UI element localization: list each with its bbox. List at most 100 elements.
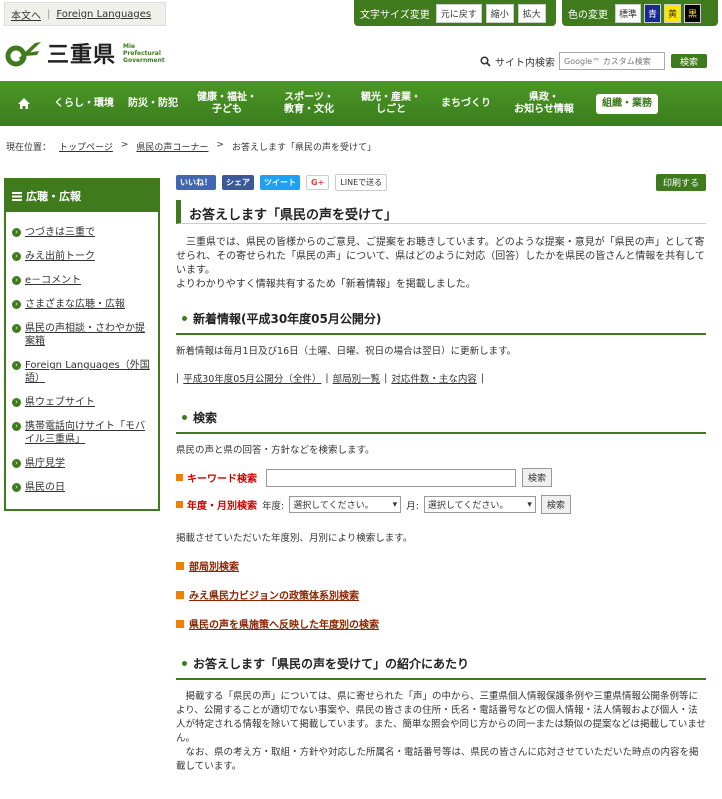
line-share-button[interactable]: LINEで送る	[335, 173, 388, 191]
nav-item-disaster[interactable]: 防災・防犯	[120, 81, 186, 126]
nav-item-health[interactable]: 健康・福祉・ 子ども	[186, 81, 268, 126]
arrow-icon: ›	[12, 228, 21, 237]
search-button[interactable]: 検索	[671, 54, 707, 68]
search-description-2: 掲載させていただいた年度別、月別により検索します。	[176, 533, 413, 544]
share-buttons: いいね！ シェア ツイート G+ LINEで送る	[176, 172, 706, 192]
sidebar-title: 広聴・広報	[26, 190, 81, 203]
facebook-share-button[interactable]: シェア	[222, 174, 254, 190]
main-content: いいね！ シェア ツイート G+ LINEで送る 印刷する お答えします「県民の…	[176, 172, 706, 774]
sidebar-item-label[interactable]: 県庁見学	[25, 457, 65, 470]
link-text[interactable]: 部局別検索	[189, 558, 239, 573]
foreign-languages-link[interactable]: Foreign Languages	[56, 9, 151, 20]
arrow-icon: ›	[12, 459, 21, 468]
year-select[interactable]: 選択してください。 ▾	[289, 496, 402, 513]
search-input[interactable]	[559, 52, 665, 70]
sidebar-item-label[interactable]: e－コメント	[25, 274, 81, 287]
arrow-icon: ›	[12, 300, 21, 309]
sidebar-list: › つづきは三重で › みえ出前トーク › e－コメント › さまざまな広聴・広報 › 県…	[6, 212, 158, 494]
sidebar-item-label[interactable]: 県民の声相談・さわやか提案箱	[25, 322, 152, 348]
breadcrumb: 現在位置： トップページ > 県民の声コーナー > お答えします「県民の声を受け…	[6, 140, 376, 153]
color-standard-button[interactable]: 標準	[615, 3, 642, 23]
keyword-search-button[interactable]: 検索	[522, 468, 553, 487]
sidebar-item-label[interactable]: 県ウェブサイト	[25, 396, 95, 409]
year-month-search-button[interactable]: 検索	[540, 495, 571, 514]
sidebar-item[interactable]: › 携帯電話向けサイト「モバイル三重県」	[12, 420, 152, 446]
square-bullet-icon	[176, 561, 184, 570]
logo-en-line: Prefectural	[123, 49, 161, 57]
font-enlarge-button[interactable]: 拡大	[517, 3, 546, 23]
news-link-all[interactable]: 平成30年度05月公開分（全件）	[183, 371, 321, 385]
month-select[interactable]: 選択してください。 ▾	[423, 496, 536, 513]
sidebar-item[interactable]: › Foreign Languages（外国語）	[12, 359, 152, 385]
bullet-icon	[182, 661, 187, 666]
sidebar-item-label[interactable]: 県民の日	[25, 481, 65, 494]
breadcrumb-current: お答えします「県民の声を受けて」	[231, 143, 376, 153]
breadcrumb-voice-corner[interactable]: 県民の声コーナー	[136, 140, 208, 153]
facebook-like-button[interactable]: いいね！	[176, 174, 216, 190]
keyword-search-row: キーワード検索 検索	[176, 468, 706, 487]
color-blue-button[interactable]: 青	[644, 3, 662, 23]
nav-item-tourism[interactable]: 観光・産業・ しごと	[350, 81, 432, 126]
arrow-icon: ›	[12, 483, 21, 492]
font-reset-button[interactable]: 元に戻す	[435, 3, 482, 23]
page-title: お答えします「県民の声を受けて」	[176, 200, 706, 224]
sidebar-item-label[interactable]: Foreign Languages（外国語）	[25, 359, 152, 385]
link-text[interactable]: 県民の声を県施策へ反映した年度別の検索	[189, 616, 379, 631]
separator: |	[176, 372, 180, 384]
sidebar-item[interactable]: › みえ出前トーク	[12, 250, 152, 263]
year-month-search-label: 年度・月別検索	[176, 497, 257, 512]
sidebar-item-label[interactable]: みえ出前トーク	[25, 250, 95, 263]
square-bullet-icon	[176, 619, 184, 628]
sidebar-item[interactable]: › 県ウェブサイト	[12, 396, 152, 409]
intro-text: 三重県では、県民の皆様からのご意見、ご提案をお聴きしています。どのような提案・意…	[176, 237, 705, 276]
nav-item-sports[interactable]: スポーツ・ 教育・文化	[268, 81, 350, 126]
news-link-counts[interactable]: 対応件数・主な内容	[391, 371, 477, 385]
skip-links: 本文へ | Foreign Languages	[4, 2, 166, 26]
news-link-department[interactable]: 部局別一覧	[333, 371, 381, 385]
search-link-reflected[interactable]: 県民の声を県施策へ反映した年度別の検索	[176, 616, 706, 631]
nav-item-town[interactable]: まちづくり	[432, 81, 500, 126]
link-text[interactable]: みえ県民力ビジョンの政策体系別検索	[189, 587, 359, 602]
google-plus-button[interactable]: G+	[306, 174, 330, 190]
month-label: 月:	[406, 500, 419, 512]
search-link-vision[interactable]: みえ県民力ビジョンの政策体系別検索	[176, 587, 706, 602]
color-black-button[interactable]: 黒	[684, 3, 702, 23]
nav-home[interactable]	[0, 81, 48, 126]
sidebar-item[interactable]: › 県庁見学	[12, 457, 152, 470]
search-heading: 検索	[176, 399, 706, 434]
nav-item-living[interactable]: くらし・環境	[48, 81, 120, 126]
sidebar-item-label[interactable]: さまざまな広聴・広報	[25, 298, 125, 311]
font-shrink-button[interactable]: 縮小	[485, 3, 514, 23]
year-select-value: 選択してください。	[293, 501, 374, 511]
logo-en-line: Mie	[123, 42, 136, 50]
sidebar-item[interactable]: › e－コメント	[12, 274, 152, 287]
sidebar-item[interactable]: › さまざまな広聴・広報	[12, 298, 152, 311]
site-logo[interactable]: 三重県 Mie Prefectural Government	[5, 38, 165, 68]
breadcrumb-label: 現在位置：	[6, 143, 52, 153]
color-yellow-button[interactable]: 黄	[664, 3, 682, 23]
intro-section-paragraph-1: 掲載する「県民の声」については、県に寄せられた「声」の中から、三重県個人情報保護…	[176, 691, 706, 744]
keyword-input[interactable]	[266, 468, 516, 487]
sidebar-item[interactable]: › 県民の日	[12, 481, 152, 494]
dropdown-arrow-icon: ▾	[527, 499, 532, 510]
sidebar-item[interactable]: › つづきは三重で	[12, 226, 152, 239]
skip-to-main-link[interactable]: 本文へ	[11, 7, 41, 22]
nav-organization-button[interactable]: 組織・業務	[596, 93, 658, 114]
sidebar-item[interactable]: › 県民の声相談・さわやか提案箱	[12, 322, 152, 348]
label-text: 年度・月別検索	[187, 501, 257, 512]
year-label: 年度:	[262, 500, 285, 512]
search-link-department[interactable]: 部局別検索	[176, 558, 706, 573]
intro-section-title: お答えします「県民の声を受けて」の紹介にあたり	[193, 657, 470, 671]
nav-item-prefecture[interactable]: 県政・ お知らせ情報	[500, 81, 588, 126]
separator: |	[480, 372, 485, 384]
tweet-button[interactable]: ツイート	[260, 174, 300, 190]
intro-text-2: よりわかりやすく情報共有するため「新着情報」を掲載しました。	[176, 279, 476, 290]
sidebar-item-label[interactable]: つづきは三重で	[25, 226, 95, 239]
bullet-icon	[182, 316, 187, 321]
news-links: | 平成30年度05月公開分（全件） | 部局別一覧 | 対応件数・主な内容 |	[176, 371, 706, 386]
sidebar-item-label[interactable]: 携帯電話向けサイト「モバイル三重県」	[25, 420, 152, 446]
breadcrumb-top[interactable]: トップページ	[59, 140, 113, 153]
logo-en-line: Government	[123, 56, 165, 64]
site-search: サイト内検索 検索	[480, 52, 707, 70]
print-button[interactable]: 印刷する	[655, 174, 706, 191]
